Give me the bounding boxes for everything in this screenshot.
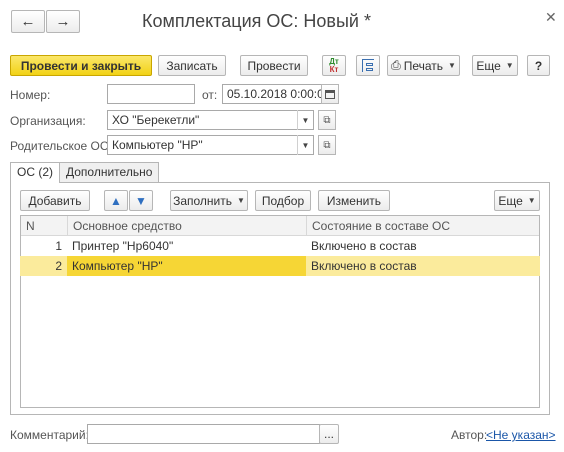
column-header-n[interactable]: N	[20, 216, 41, 236]
move-down-button[interactable]: ▼	[129, 190, 153, 211]
column-header-asset[interactable]: Основное средство	[67, 216, 188, 236]
close-icon[interactable]: ✕	[545, 9, 557, 26]
hierarchy-icon	[362, 59, 374, 72]
save-button[interactable]: Записать	[158, 55, 226, 76]
column-header-state[interactable]: Состояние в составе ОС	[306, 216, 456, 236]
arrow-up-icon: ▲	[110, 193, 122, 208]
organization-field[interactable]: ХО "Берекетли"	[107, 110, 314, 130]
add-button[interactable]: Добавить	[20, 190, 90, 211]
organization-dropdown[interactable]: ▼	[297, 110, 313, 130]
parent-os-label: Родительское ОС:	[10, 139, 112, 153]
row-number: 2	[55, 259, 62, 273]
comment-field[interactable]	[87, 424, 320, 444]
open-icon: ⧉	[323, 139, 331, 151]
arrow-down-icon: ▼	[135, 193, 147, 208]
calendar-icon	[325, 89, 335, 99]
calendar-button[interactable]	[321, 84, 339, 104]
organization-label: Организация:	[10, 114, 86, 128]
help-button[interactable]: ?	[527, 55, 550, 76]
move-up-button[interactable]: ▲	[104, 190, 128, 211]
print-button[interactable]: ⎙ Печать ▼	[387, 55, 460, 76]
fill-button[interactable]: Заполнить ▼	[170, 190, 248, 211]
parent-os-dropdown[interactable]: ▼	[297, 135, 313, 155]
chevron-down-icon: ▼	[301, 115, 310, 125]
open-icon: ⧉	[323, 114, 331, 126]
number-label: Номер:	[10, 88, 51, 102]
row-number: 1	[55, 239, 62, 253]
post-and-close-button[interactable]: Провести и закрыть	[10, 55, 152, 76]
number-field[interactable]	[107, 84, 195, 104]
comment-label: Комментарий:	[10, 428, 89, 442]
date-label: от:	[202, 88, 218, 102]
debit-credit-icon: Дт Кт	[329, 56, 339, 74]
ellipsis-icon: ...	[323, 427, 334, 441]
table-row[interactable]: 1 Принтер "Hp6040" Включено в состав	[20, 236, 540, 256]
dt-kt-button[interactable]: Дт Кт	[322, 55, 346, 76]
pick-button[interactable]: Подбор	[255, 190, 311, 211]
author-link[interactable]: <Не указан>	[486, 428, 556, 442]
more-button[interactable]: Еще ▼	[472, 55, 518, 76]
tab-os[interactable]: ОС (2)	[10, 162, 60, 183]
window-title: Комплектация ОС: Новый *	[142, 11, 371, 31]
chevron-down-icon: ▼	[448, 61, 456, 70]
arrow-right-icon: →	[55, 13, 71, 30]
row-asset: Компьютер "HP"	[67, 256, 306, 276]
comment-select-button[interactable]: ...	[319, 424, 339, 444]
parent-os-field[interactable]: Компьютер "HP"	[107, 135, 314, 155]
row-state: Включено в состав	[311, 239, 417, 253]
parent-os-open-button[interactable]: ⧉	[318, 135, 336, 155]
tab-additional[interactable]: Дополнительно	[59, 162, 160, 182]
organization-open-button[interactable]: ⧉	[318, 110, 336, 130]
forward-button[interactable]: →	[46, 10, 80, 33]
row-asset: Принтер "Hp6040"	[72, 239, 174, 253]
structure-button[interactable]	[356, 55, 380, 76]
printer-icon: ⎙	[391, 58, 401, 72]
table-more-button[interactable]: Еще ▼	[494, 190, 540, 211]
chevron-down-icon: ▼	[237, 196, 245, 205]
chevron-down-icon: ▼	[527, 196, 536, 205]
chevron-down-icon: ▼	[505, 61, 514, 70]
post-button[interactable]: Провести	[240, 55, 308, 76]
back-button[interactable]: ←	[11, 10, 45, 33]
chevron-down-icon: ▼	[301, 140, 310, 150]
edit-button[interactable]: Изменить	[318, 190, 390, 211]
date-field[interactable]: 05.10.2018 0:00:00	[222, 84, 322, 104]
author-label: Автор:	[451, 428, 488, 442]
row-state: Включено в состав	[311, 259, 417, 273]
table-row-selected[interactable]: 2 Компьютер "HP" Включено в состав	[20, 256, 540, 276]
arrow-left-icon: ←	[20, 13, 36, 30]
